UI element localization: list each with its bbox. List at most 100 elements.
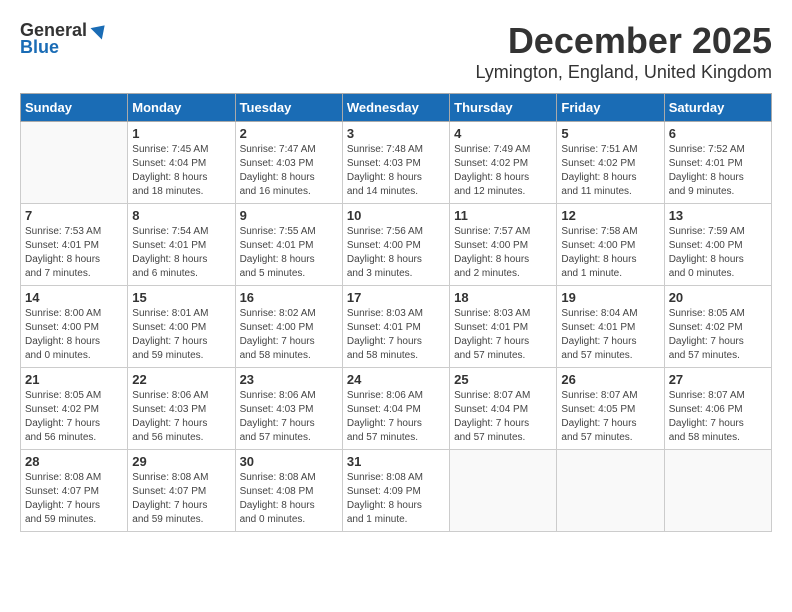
day-number: 21 — [25, 372, 123, 387]
day-number: 13 — [669, 208, 767, 223]
calendar-cell: 28Sunrise: 8:08 AM Sunset: 4:07 PM Dayli… — [21, 450, 128, 532]
header-day-tuesday: Tuesday — [235, 94, 342, 122]
day-number: 26 — [561, 372, 659, 387]
day-info: Sunrise: 7:56 AM Sunset: 4:00 PM Dayligh… — [347, 225, 445, 281]
header-day-wednesday: Wednesday — [342, 94, 449, 122]
day-number: 7 — [25, 208, 123, 223]
day-info: Sunrise: 8:06 AM Sunset: 4:03 PM Dayligh… — [240, 389, 338, 445]
logo-icon — [89, 21, 109, 41]
calendar-cell: 9Sunrise: 7:55 AM Sunset: 4:01 PM Daylig… — [235, 204, 342, 286]
calendar-cell — [450, 450, 557, 532]
calendar-cell: 21Sunrise: 8:05 AM Sunset: 4:02 PM Dayli… — [21, 368, 128, 450]
day-number: 17 — [347, 290, 445, 305]
calendar-cell: 15 Sunrise: 8:01 AM Sunset: 4:00 PM Dayli… — [128, 286, 235, 368]
day-number: 15 — [132, 290, 230, 305]
calendar-cell — [664, 450, 771, 532]
day-number: 29 — [132, 454, 230, 469]
calendar-cell: 4Sunrise: 7:49 AM Sunset: 4:02 PM Daylig… — [450, 122, 557, 204]
day-info: Sunrise: 8:06 AM Sunset: 4:03 PM Dayligh… — [132, 389, 230, 445]
week-row-2: 14 Sunrise: 8:00 AM Sunset: 4:00 PM Dayli… — [21, 286, 772, 368]
day-number: 23 — [240, 372, 338, 387]
day-info: Sunrise: 7:47 AM Sunset: 4:03 PM Dayligh… — [240, 143, 338, 199]
day-info: Sunrise: 8:07 AM Sunset: 4:05 PM Dayligh… — [561, 389, 659, 445]
header-row: SundayMondayTuesdayWednesdayThursdayFrid… — [21, 94, 772, 122]
calendar-cell: 2 Sunrise: 7:47 AM Sunset: 4:03 PM Daylig… — [235, 122, 342, 204]
day-number: 10 — [347, 208, 445, 223]
day-number: 20 — [669, 290, 767, 305]
logo-blue-text: Blue — [20, 37, 59, 58]
calendar-cell — [557, 450, 664, 532]
calendar-cell: 1Sunrise: 7:45 AM Sunset: 4:04 PM Daylig… — [128, 122, 235, 204]
day-number: 16 — [240, 290, 338, 305]
calendar-cell — [21, 122, 128, 204]
day-info: Sunrise: 7:53 AM Sunset: 4:01 PM Dayligh… — [25, 225, 123, 281]
day-number: 18 — [454, 290, 552, 305]
header-day-thursday: Thursday — [450, 94, 557, 122]
day-info: Sunrise: 7:48 AM Sunset: 4:03 PM Dayligh… — [347, 143, 445, 199]
calendar-cell: 5 Sunrise: 7:51 AM Sunset: 4:02 PM Daylig… — [557, 122, 664, 204]
calendar-body: 1Sunrise: 7:45 AM Sunset: 4:04 PM Daylig… — [21, 122, 772, 532]
day-info: Sunrise: 8:05 AM Sunset: 4:02 PM Dayligh… — [669, 307, 767, 363]
day-number: 22 — [132, 372, 230, 387]
calendar-cell: 20 Sunrise: 8:05 AM Sunset: 4:02 PM Dayli… — [664, 286, 771, 368]
month-title: December 2025 — [475, 20, 772, 62]
calendar-cell: 6Sunrise: 7:52 AM Sunset: 4:01 PM Daylig… — [664, 122, 771, 204]
calendar-cell: 17 Sunrise: 8:03 AM Sunset: 4:01 PM Dayli… — [342, 286, 449, 368]
day-number: 30 — [240, 454, 338, 469]
day-number: 11 — [454, 208, 552, 223]
title-area: December 2025 Lymington, England, United… — [475, 20, 772, 83]
calendar-cell: 18 Sunrise: 8:03 AM Sunset: 4:01 PM Dayli… — [450, 286, 557, 368]
calendar-header: SundayMondayTuesdayWednesdayThursdayFrid… — [21, 94, 772, 122]
calendar-cell: 31 Sunrise: 8:08 AM Sunset: 4:09 PM Dayli… — [342, 450, 449, 532]
header-day-sunday: Sunday — [21, 94, 128, 122]
day-number: 12 — [561, 208, 659, 223]
day-info: Sunrise: 7:54 AM Sunset: 4:01 PM Dayligh… — [132, 225, 230, 281]
day-info: Sunrise: 8:08 AM Sunset: 4:07 PM Dayligh… — [132, 471, 230, 527]
calendar-cell: 29 Sunrise: 8:08 AM Sunset: 4:07 PM Dayli… — [128, 450, 235, 532]
calendar-cell: 24 Sunrise: 8:06 AM Sunset: 4:04 PM Dayli… — [342, 368, 449, 450]
day-info: Sunrise: 8:03 AM Sunset: 4:01 PM Dayligh… — [347, 307, 445, 363]
header-day-friday: Friday — [557, 94, 664, 122]
week-row-4: 28Sunrise: 8:08 AM Sunset: 4:07 PM Dayli… — [21, 450, 772, 532]
header-day-saturday: Saturday — [664, 94, 771, 122]
calendar-cell: 11 Sunrise: 7:57 AM Sunset: 4:00 PM Dayli… — [450, 204, 557, 286]
week-row-1: 7 Sunrise: 7:53 AM Sunset: 4:01 PM Daylig… — [21, 204, 772, 286]
day-number: 3 — [347, 126, 445, 141]
day-info: Sunrise: 7:57 AM Sunset: 4:00 PM Dayligh… — [454, 225, 552, 281]
day-info: Sunrise: 8:06 AM Sunset: 4:04 PM Dayligh… — [347, 389, 445, 445]
calendar-cell: 23 Sunrise: 8:06 AM Sunset: 4:03 PM Dayli… — [235, 368, 342, 450]
day-info: Sunrise: 8:07 AM Sunset: 4:04 PM Dayligh… — [454, 389, 552, 445]
calendar-table: SundayMondayTuesdayWednesdayThursdayFrid… — [20, 93, 772, 532]
day-info: Sunrise: 8:01 AM Sunset: 4:00 PM Dayligh… — [132, 307, 230, 363]
week-row-0: 1Sunrise: 7:45 AM Sunset: 4:04 PM Daylig… — [21, 122, 772, 204]
day-number: 27 — [669, 372, 767, 387]
day-info: Sunrise: 8:07 AM Sunset: 4:06 PM Dayligh… — [669, 389, 767, 445]
day-info: Sunrise: 7:55 AM Sunset: 4:01 PM Dayligh… — [240, 225, 338, 281]
calendar-cell: 27 Sunrise: 8:07 AM Sunset: 4:06 PM Dayli… — [664, 368, 771, 450]
calendar-cell: 3 Sunrise: 7:48 AM Sunset: 4:03 PM Daylig… — [342, 122, 449, 204]
calendar-cell: 26 Sunrise: 8:07 AM Sunset: 4:05 PM Dayli… — [557, 368, 664, 450]
day-info: Sunrise: 7:59 AM Sunset: 4:00 PM Dayligh… — [669, 225, 767, 281]
day-number: 24 — [347, 372, 445, 387]
day-number: 5 — [561, 126, 659, 141]
day-number: 31 — [347, 454, 445, 469]
day-number: 14 — [25, 290, 123, 305]
calendar-cell: 25Sunrise: 8:07 AM Sunset: 4:04 PM Dayli… — [450, 368, 557, 450]
logo: General Blue — [20, 20, 109, 58]
calendar-cell: 14 Sunrise: 8:00 AM Sunset: 4:00 PM Dayli… — [21, 286, 128, 368]
day-number: 2 — [240, 126, 338, 141]
calendar-cell: 30 Sunrise: 8:08 AM Sunset: 4:08 PM Dayli… — [235, 450, 342, 532]
day-info: Sunrise: 8:08 AM Sunset: 4:09 PM Dayligh… — [347, 471, 445, 527]
day-info: Sunrise: 7:51 AM Sunset: 4:02 PM Dayligh… — [561, 143, 659, 199]
day-info: Sunrise: 8:00 AM Sunset: 4:00 PM Dayligh… — [25, 307, 123, 363]
day-info: Sunrise: 7:45 AM Sunset: 4:04 PM Dayligh… — [132, 143, 230, 199]
day-number: 8 — [132, 208, 230, 223]
day-info: Sunrise: 8:08 AM Sunset: 4:08 PM Dayligh… — [240, 471, 338, 527]
location-title: Lymington, England, United Kingdom — [475, 62, 772, 83]
calendar-cell: 7 Sunrise: 7:53 AM Sunset: 4:01 PM Daylig… — [21, 204, 128, 286]
calendar-cell: 22 Sunrise: 8:06 AM Sunset: 4:03 PM Dayli… — [128, 368, 235, 450]
day-info: Sunrise: 8:03 AM Sunset: 4:01 PM Dayligh… — [454, 307, 552, 363]
day-info: Sunrise: 7:58 AM Sunset: 4:00 PM Dayligh… — [561, 225, 659, 281]
day-number: 6 — [669, 126, 767, 141]
calendar-cell: 10 Sunrise: 7:56 AM Sunset: 4:00 PM Dayli… — [342, 204, 449, 286]
